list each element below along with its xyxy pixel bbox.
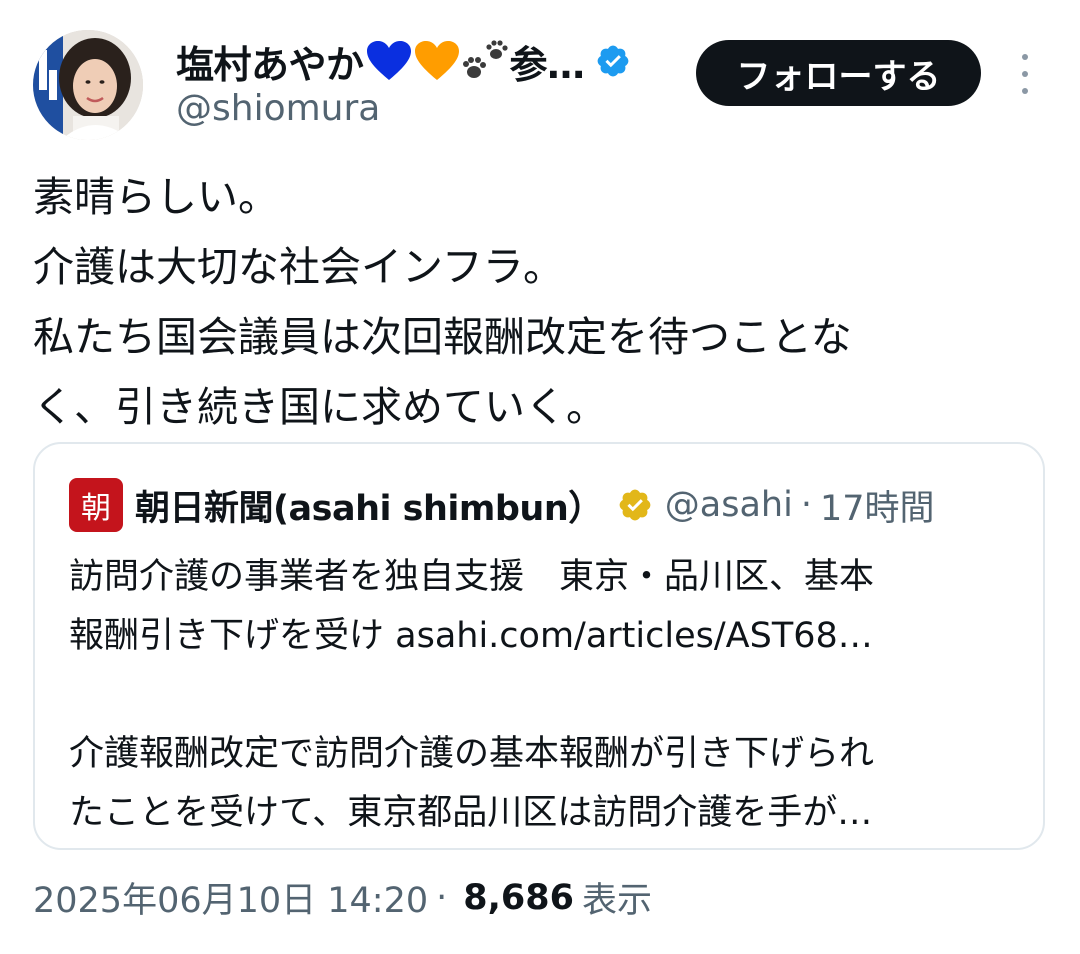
tweet-text-line: 介護は大切な社会インフラ。 xyxy=(33,243,564,291)
views-label: 表示 xyxy=(582,881,653,921)
quoted-body-line: たことを受けて、東京都品川区は訪問介護を手が… xyxy=(69,793,873,833)
tweet-text-line: く、引き続き国に求めていく。 xyxy=(33,383,607,431)
asahi-logo-icon: 朝 xyxy=(69,478,123,532)
views-count: 8,686 xyxy=(463,877,574,918)
quoted-headline-line: 報酬引き下げを受け asahi.com/articles/AST68… xyxy=(69,607,1019,666)
tweet-header: 塩村あやか 参… @shiomura フォローする xyxy=(0,0,1080,150)
paw-prints-emoji-icon xyxy=(462,38,510,84)
tweet-meta: 2025年06月10日 14:20 · 8,686 表示 xyxy=(33,872,652,923)
author-display-name[interactable]: 塩村あやか xyxy=(176,34,364,89)
quoted-headline-text: 報酬引き下げを受け xyxy=(69,616,396,656)
tweet-text: 素晴らしい。 介護は大切な社会インフラ。 私たち国会議員は次回報酬改定を待つこと… xyxy=(33,162,1053,442)
quoted-headline-line: 訪問介護の事業者を独自支援 東京・品川区、基本 xyxy=(69,557,875,597)
quoted-separator: · xyxy=(800,485,812,525)
author-name-suffix[interactable]: 参… xyxy=(510,34,586,89)
quoted-article-link[interactable]: asahi.com/articles/AST68… xyxy=(395,616,873,656)
tweet-timestamp[interactable]: 2025年06月10日 14:20 xyxy=(33,872,428,923)
verified-blue-badge-icon[interactable] xyxy=(595,43,631,79)
quoted-author-handle[interactable]: @asahi xyxy=(665,485,793,525)
verified-gold-badge-icon xyxy=(617,487,653,523)
orange-heart-emoji-icon xyxy=(414,40,460,82)
tweet-text-line: 私たち国会議員は次回報酬改定を待つことな xyxy=(33,313,852,361)
quoted-tweet-card[interactable]: 朝 朝日新聞(asahi shimbun） @asahi · 17時間 訪問介護… xyxy=(33,442,1045,850)
meta-separator: · xyxy=(436,877,448,918)
blue-heart-emoji-icon xyxy=(366,40,412,82)
quoted-tweet-header: 朝 朝日新聞(asahi shimbun） @asahi · 17時間 xyxy=(69,478,935,532)
quoted-timestamp[interactable]: 17時間 xyxy=(820,480,935,531)
tweet-text-line: 素晴らしい。 xyxy=(33,173,279,221)
quoted-tweet-text: 訪問介護の事業者を独自支援 東京・品川区、基本 報酬引き下げを受け asahi.… xyxy=(69,548,1019,843)
follow-button[interactable]: フォローする xyxy=(696,40,981,106)
avatar-photo xyxy=(33,30,143,140)
quoted-author-name[interactable]: 朝日新聞(asahi shimbun） xyxy=(135,480,603,531)
author-name-row[interactable]: 塩村あやか 参… xyxy=(176,34,631,88)
quoted-body-line: 介護報酬改定で訪問介護の基本報酬が引き下げられ xyxy=(69,734,875,774)
quoted-paragraph-gap xyxy=(69,666,1019,725)
more-vertical-icon[interactable] xyxy=(1008,54,1042,94)
author-avatar[interactable] xyxy=(33,30,143,140)
author-handle[interactable]: @shiomura xyxy=(176,88,380,129)
